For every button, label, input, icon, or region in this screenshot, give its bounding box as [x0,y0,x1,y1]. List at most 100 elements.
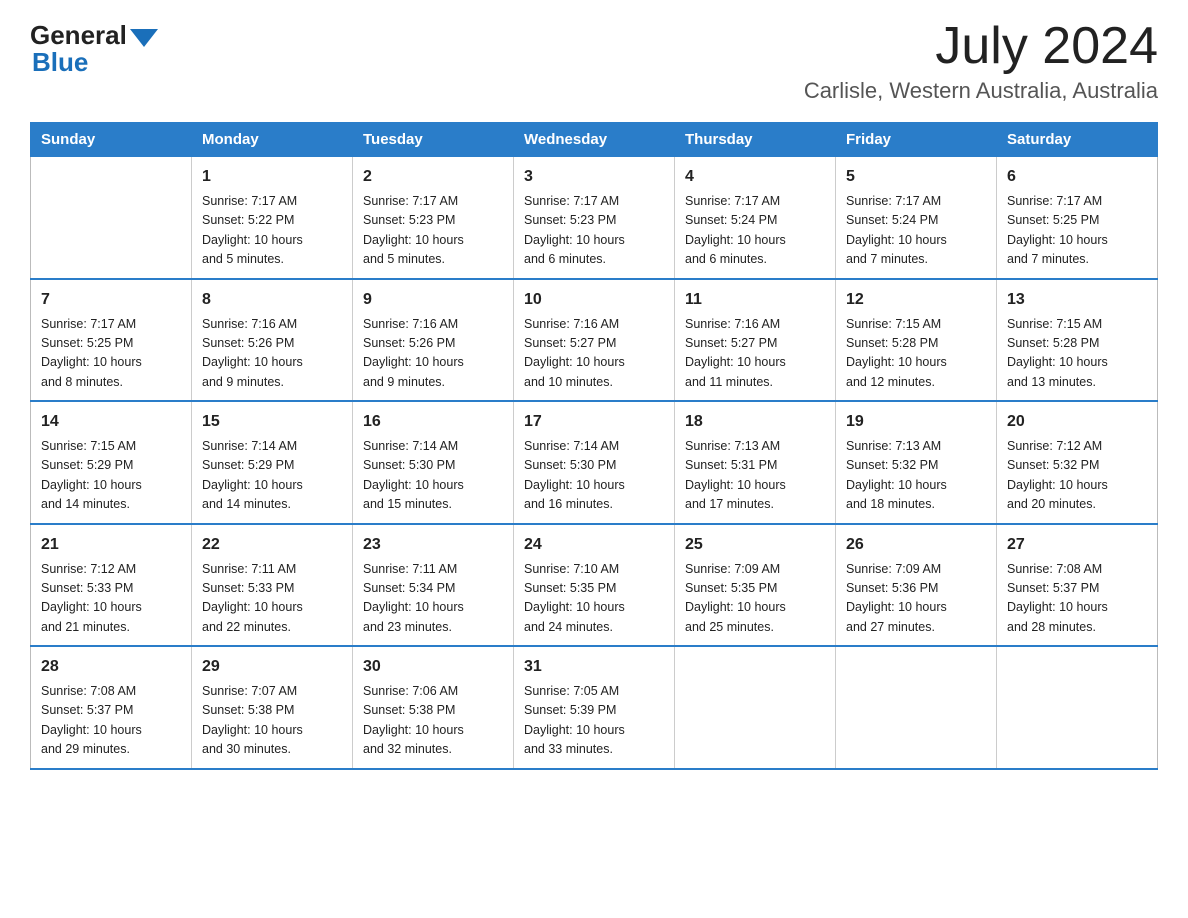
calendar-cell: 5 Sunrise: 7:17 AMSunset: 5:24 PMDaylight… [836,157,997,279]
calendar-cell: 1 Sunrise: 7:17 AMSunset: 5:22 PMDaylight… [192,157,353,279]
day-number: 27 [1007,533,1147,557]
calendar-cell: 8 Sunrise: 7:16 AMSunset: 5:26 PMDaylight… [192,279,353,402]
day-info: Sunrise: 7:16 AMSunset: 5:27 PMDaylight:… [685,315,825,393]
weekday-header-monday: Monday [192,123,353,157]
day-number: 5 [846,165,986,189]
day-info: Sunrise: 7:17 AMSunset: 5:25 PMDaylight:… [1007,192,1147,270]
month-year-title: July 2024 [804,20,1158,72]
day-info: Sunrise: 7:12 AMSunset: 5:33 PMDaylight:… [41,560,181,638]
weekday-header-saturday: Saturday [997,123,1158,157]
day-number: 18 [685,410,825,434]
calendar-cell: 12 Sunrise: 7:15 AMSunset: 5:28 PMDayligh… [836,279,997,402]
calendar-cell: 25 Sunrise: 7:09 AMSunset: 5:35 PMDayligh… [675,524,836,647]
calendar-cell: 29 Sunrise: 7:07 AMSunset: 5:38 PMDayligh… [192,646,353,769]
day-info: Sunrise: 7:05 AMSunset: 5:39 PMDaylight:… [524,682,664,760]
calendar-cell: 4 Sunrise: 7:17 AMSunset: 5:24 PMDaylight… [675,157,836,279]
calendar-cell: 2 Sunrise: 7:17 AMSunset: 5:23 PMDaylight… [353,157,514,279]
calendar-table: SundayMondayTuesdayWednesdayThursdayFrid… [30,122,1158,770]
day-number: 2 [363,165,503,189]
logo: General Blue [30,20,158,78]
calendar-cell: 21 Sunrise: 7:12 AMSunset: 5:33 PMDayligh… [31,524,192,647]
day-number: 6 [1007,165,1147,189]
calendar-cell: 18 Sunrise: 7:13 AMSunset: 5:31 PMDayligh… [675,401,836,524]
calendar-week-row: 14 Sunrise: 7:15 AMSunset: 5:29 PMDayligh… [31,401,1158,524]
day-info: Sunrise: 7:15 AMSunset: 5:28 PMDaylight:… [846,315,986,393]
day-info: Sunrise: 7:15 AMSunset: 5:29 PMDaylight:… [41,437,181,515]
day-info: Sunrise: 7:13 AMSunset: 5:31 PMDaylight:… [685,437,825,515]
day-info: Sunrise: 7:07 AMSunset: 5:38 PMDaylight:… [202,682,342,760]
calendar-cell [997,646,1158,769]
day-info: Sunrise: 7:17 AMSunset: 5:24 PMDaylight:… [846,192,986,270]
calendar-week-row: 28 Sunrise: 7:08 AMSunset: 5:37 PMDayligh… [31,646,1158,769]
weekday-header-wednesday: Wednesday [514,123,675,157]
day-number: 15 [202,410,342,434]
calendar-cell: 23 Sunrise: 7:11 AMSunset: 5:34 PMDayligh… [353,524,514,647]
calendar-cell [31,157,192,279]
day-number: 1 [202,165,342,189]
day-info: Sunrise: 7:17 AMSunset: 5:25 PMDaylight:… [41,315,181,393]
calendar-cell: 10 Sunrise: 7:16 AMSunset: 5:27 PMDayligh… [514,279,675,402]
day-info: Sunrise: 7:14 AMSunset: 5:29 PMDaylight:… [202,437,342,515]
calendar-cell: 26Sunrise: 7:09 AMSunset: 5:36 PMDayligh… [836,524,997,647]
day-info: Sunrise: 7:16 AMSunset: 5:27 PMDaylight:… [524,315,664,393]
location-subtitle: Carlisle, Western Australia, Australia [804,78,1158,104]
logo-blue-text: Blue [32,47,88,78]
weekday-header-sunday: Sunday [31,123,192,157]
weekday-header-friday: Friday [836,123,997,157]
day-info: Sunrise: 7:09 AMSunset: 5:35 PMDaylight:… [685,560,825,638]
day-info: Sunrise: 7:17 AMSunset: 5:23 PMDaylight:… [524,192,664,270]
day-number: 10 [524,288,664,312]
day-info: Sunrise: 7:14 AMSunset: 5:30 PMDaylight:… [363,437,503,515]
calendar-cell: 30 Sunrise: 7:06 AMSunset: 5:38 PMDayligh… [353,646,514,769]
day-number: 28 [41,655,181,679]
day-info: Sunrise: 7:17 AMSunset: 5:23 PMDaylight:… [363,192,503,270]
calendar-cell: 13Sunrise: 7:15 AMSunset: 5:28 PMDayligh… [997,279,1158,402]
day-info: Sunrise: 7:17 AMSunset: 5:22 PMDaylight:… [202,192,342,270]
logo-arrow-icon [130,29,158,47]
calendar-cell: 20 Sunrise: 7:12 AMSunset: 5:32 PMDayligh… [997,401,1158,524]
day-number: 9 [363,288,503,312]
day-number: 4 [685,165,825,189]
day-number: 17 [524,410,664,434]
day-number: 14 [41,410,181,434]
day-info: Sunrise: 7:10 AMSunset: 5:35 PMDaylight:… [524,560,664,638]
day-info: Sunrise: 7:16 AMSunset: 5:26 PMDaylight:… [202,315,342,393]
day-number: 20 [1007,410,1147,434]
day-info: Sunrise: 7:17 AMSunset: 5:24 PMDaylight:… [685,192,825,270]
calendar-week-row: 21 Sunrise: 7:12 AMSunset: 5:33 PMDayligh… [31,524,1158,647]
calendar-week-row: 1 Sunrise: 7:17 AMSunset: 5:22 PMDaylight… [31,157,1158,279]
day-info: Sunrise: 7:08 AMSunset: 5:37 PMDaylight:… [41,682,181,760]
day-number: 19 [846,410,986,434]
calendar-cell [836,646,997,769]
day-info: Sunrise: 7:16 AMSunset: 5:26 PMDaylight:… [363,315,503,393]
day-info: Sunrise: 7:12 AMSunset: 5:32 PMDaylight:… [1007,437,1147,515]
title-block: July 2024 Carlisle, Western Australia, A… [804,20,1158,104]
day-number: 21 [41,533,181,557]
day-info: Sunrise: 7:11 AMSunset: 5:34 PMDaylight:… [363,560,503,638]
calendar-cell: 27 Sunrise: 7:08 AMSunset: 5:37 PMDayligh… [997,524,1158,647]
weekday-header-thursday: Thursday [675,123,836,157]
calendar-cell: 3 Sunrise: 7:17 AMSunset: 5:23 PMDaylight… [514,157,675,279]
weekday-header-row: SundayMondayTuesdayWednesdayThursdayFrid… [31,123,1158,157]
day-number: 31 [524,655,664,679]
day-number: 29 [202,655,342,679]
calendar-cell: 19Sunrise: 7:13 AMSunset: 5:32 PMDayligh… [836,401,997,524]
day-number: 12 [846,288,986,312]
day-info: Sunrise: 7:14 AMSunset: 5:30 PMDaylight:… [524,437,664,515]
day-info: Sunrise: 7:08 AMSunset: 5:37 PMDaylight:… [1007,560,1147,638]
day-number: 11 [685,288,825,312]
day-number: 24 [524,533,664,557]
calendar-cell: 24 Sunrise: 7:10 AMSunset: 5:35 PMDayligh… [514,524,675,647]
day-number: 8 [202,288,342,312]
day-number: 3 [524,165,664,189]
day-number: 23 [363,533,503,557]
day-info: Sunrise: 7:06 AMSunset: 5:38 PMDaylight:… [363,682,503,760]
calendar-cell: 9 Sunrise: 7:16 AMSunset: 5:26 PMDaylight… [353,279,514,402]
day-number: 30 [363,655,503,679]
day-info: Sunrise: 7:15 AMSunset: 5:28 PMDaylight:… [1007,315,1147,393]
day-number: 25 [685,533,825,557]
calendar-cell: 6 Sunrise: 7:17 AMSunset: 5:25 PMDaylight… [997,157,1158,279]
calendar-week-row: 7Sunrise: 7:17 AMSunset: 5:25 PMDaylight… [31,279,1158,402]
weekday-header-tuesday: Tuesday [353,123,514,157]
calendar-cell: 11 Sunrise: 7:16 AMSunset: 5:27 PMDayligh… [675,279,836,402]
